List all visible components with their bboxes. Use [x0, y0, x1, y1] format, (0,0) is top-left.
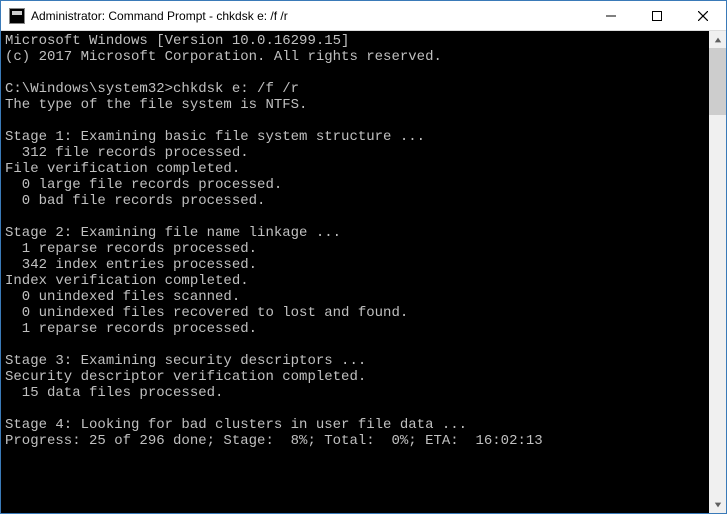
maximize-button[interactable]: [634, 1, 680, 30]
console-output[interactable]: Microsoft Windows [Version 10.0.16299.15…: [1, 31, 709, 513]
console-area: Microsoft Windows [Version 10.0.16299.15…: [1, 31, 726, 513]
close-button[interactable]: [680, 1, 726, 30]
window-title: Administrator: Command Prompt - chkdsk e…: [31, 9, 588, 23]
window-titlebar: Administrator: Command Prompt - chkdsk e…: [1, 1, 726, 31]
scroll-up-button[interactable]: [709, 31, 726, 48]
scrollbar-thumb[interactable]: [709, 48, 726, 115]
scrollbar-track[interactable]: [709, 48, 726, 496]
window-controls: [588, 1, 726, 30]
minimize-button[interactable]: [588, 1, 634, 30]
command-prompt-icon: [9, 8, 25, 24]
scroll-down-button[interactable]: [709, 496, 726, 513]
vertical-scrollbar[interactable]: [709, 31, 726, 513]
